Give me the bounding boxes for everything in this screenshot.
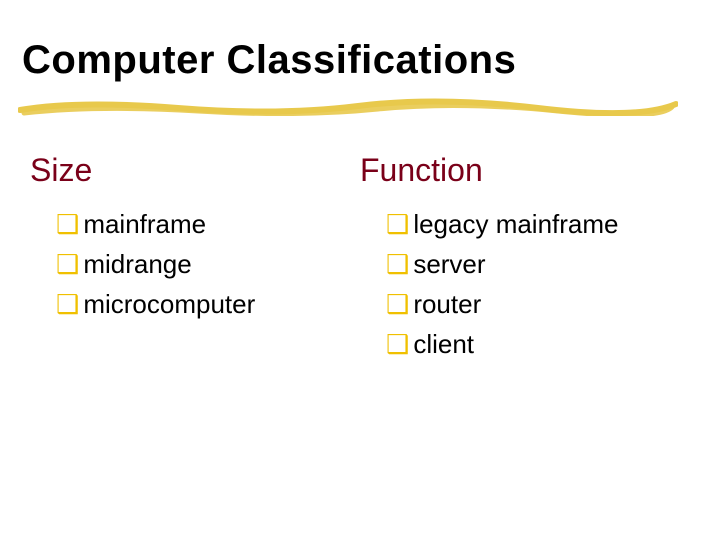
- item-label: microcomputer: [83, 287, 255, 321]
- column-size: Size ❑ mainframe ❑ midrange ❑ microcompu…: [30, 152, 350, 327]
- heading-function: Function: [360, 152, 690, 189]
- list-item: ❑ microcomputer: [30, 287, 350, 321]
- bullet-icon: ❑: [56, 287, 79, 321]
- item-label: mainframe: [83, 207, 206, 241]
- list-item: ❑ client: [360, 327, 690, 361]
- item-label: router: [413, 287, 481, 321]
- list-item: ❑ midrange: [30, 247, 350, 281]
- bullet-icon: ❑: [386, 287, 409, 321]
- bullet-icon: ❑: [56, 207, 79, 241]
- item-label: legacy mainframe: [413, 207, 618, 241]
- item-label: server: [413, 247, 485, 281]
- list-item: ❑ mainframe: [30, 207, 350, 241]
- list-item: ❑ server: [360, 247, 690, 281]
- bullet-icon: ❑: [56, 247, 79, 281]
- bullet-icon: ❑: [386, 207, 409, 241]
- bullet-icon: ❑: [386, 247, 409, 281]
- list-item: ❑ router: [360, 287, 690, 321]
- slide: Computer Classifications Size ❑ mainfram…: [0, 0, 720, 540]
- list-item: ❑ legacy mainframe: [360, 207, 690, 241]
- column-function: Function ❑ legacy mainframe ❑ server ❑ r…: [360, 152, 690, 367]
- heading-size: Size: [30, 152, 350, 189]
- title-underline: [18, 96, 678, 114]
- item-label: midrange: [83, 247, 191, 281]
- item-label: client: [413, 327, 474, 361]
- bullet-icon: ❑: [386, 327, 409, 361]
- slide-title: Computer Classifications: [22, 38, 516, 83]
